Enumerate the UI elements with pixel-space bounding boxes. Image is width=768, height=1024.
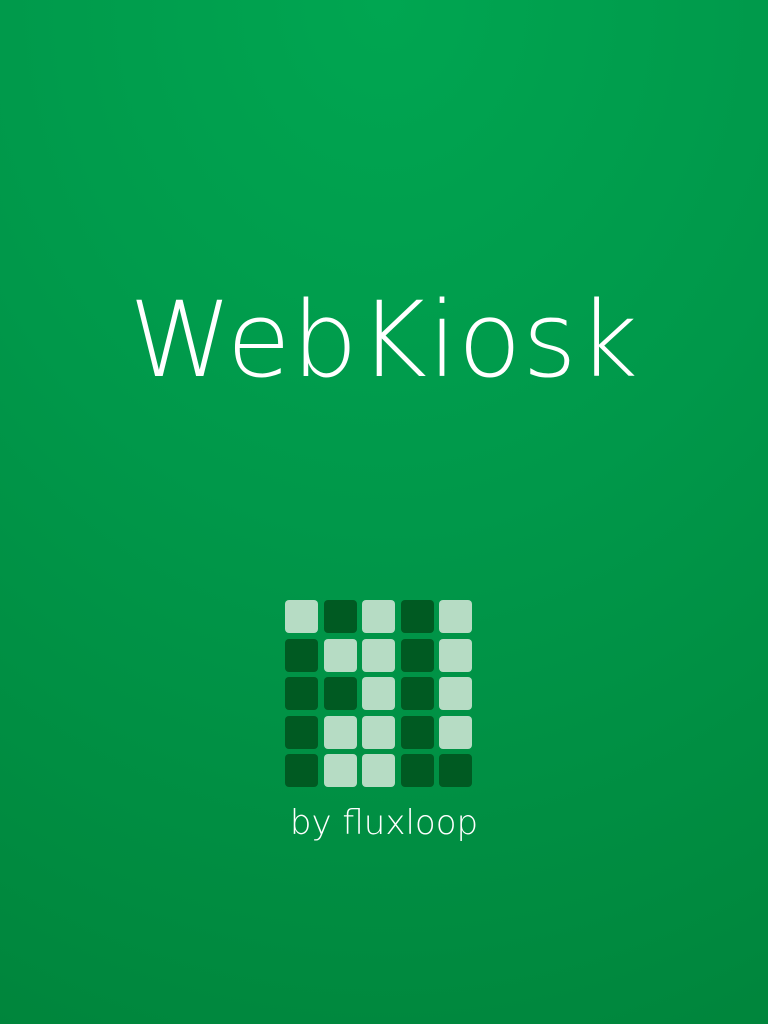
logo-cell-light xyxy=(362,639,395,672)
app-title: WebKiosk xyxy=(129,279,639,401)
logo-cell-light xyxy=(439,639,472,672)
logo-cell-dark xyxy=(401,716,434,749)
logo-cell-light xyxy=(439,600,472,633)
fluxloop-logo-icon xyxy=(285,600,473,788)
logo-cell-dark xyxy=(401,677,434,710)
byline: by fluxloop xyxy=(289,803,479,843)
logo-cell-light xyxy=(362,677,395,710)
logo-cell-light xyxy=(439,716,472,749)
logo-cell-light xyxy=(362,754,395,787)
splash-screen: WebKiosk by fluxloop xyxy=(0,0,768,1024)
logo-cell-dark xyxy=(401,639,434,672)
logo-cell-light xyxy=(362,716,395,749)
logo-cell-light xyxy=(324,754,357,787)
logo-cell-dark xyxy=(324,677,357,710)
logo-cell-dark xyxy=(401,600,434,633)
logo-cell-dark xyxy=(285,716,318,749)
logo-cell-dark xyxy=(285,677,318,710)
logo-cell-light xyxy=(285,600,318,633)
logo-cell-dark xyxy=(401,754,434,787)
logo-cell-dark xyxy=(324,600,357,633)
logo-cell-light xyxy=(362,600,395,633)
logo-cell-light xyxy=(324,639,357,672)
logo-cell-light xyxy=(324,716,357,749)
logo-cell-dark xyxy=(285,754,318,787)
logo-cell-light xyxy=(439,677,472,710)
logo-cell-dark xyxy=(439,754,472,787)
logo-cell-dark xyxy=(285,639,318,672)
